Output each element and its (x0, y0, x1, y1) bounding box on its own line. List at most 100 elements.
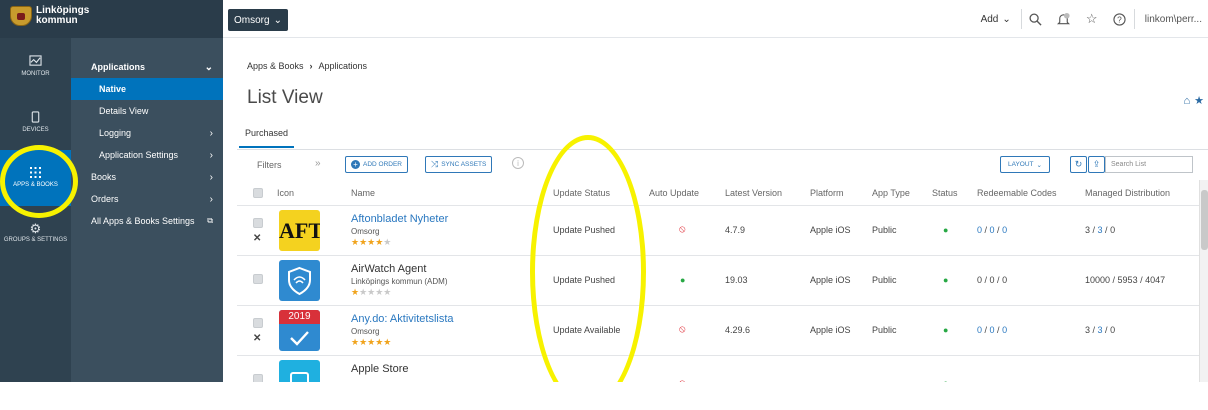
layout-dropdown-button[interactable]: LAYOUT ⌄ (1000, 156, 1050, 173)
nav-item-orders[interactable]: Orders › (71, 188, 223, 210)
nav-label-native: Native (99, 84, 127, 94)
search-icon[interactable] (1022, 0, 1050, 38)
column-latest-version[interactable]: Latest Version (725, 188, 782, 198)
rail-item-groups-settings[interactable]: ⚙ GROUPS & SETTINGS (0, 206, 71, 262)
rail-item-devices[interactable]: DEVICES (0, 94, 71, 150)
notifications-bell-icon[interactable] (1050, 0, 1078, 38)
refresh-icon[interactable]: ↻ (1070, 156, 1087, 173)
breadcrumb-apps-books[interactable]: Apps & Books (247, 61, 304, 71)
close-icon[interactable]: ✕ (253, 333, 261, 344)
plus-circle-icon: + (351, 160, 360, 169)
column-managed-distribution[interactable]: Managed Distribution (1085, 188, 1170, 198)
row-checkbox[interactable] (253, 318, 263, 328)
filters-toggle[interactable]: Filters (257, 160, 282, 170)
redeemable-codes[interactable]: 0 / 0 / 0 (977, 225, 1007, 235)
logo-line-2: kommun (36, 15, 78, 26)
app-publisher: Linköpings kommun (ADM) (351, 277, 448, 286)
sync-assets-button[interactable]: ⤨ SYNC ASSETS (425, 156, 493, 173)
home-icon[interactable]: ⌂ (1183, 95, 1194, 107)
export-icon[interactable]: ⇪ (1088, 156, 1105, 173)
app-name-link[interactable]: Any.do: Aktivitetslista (351, 313, 454, 325)
row-checkbox[interactable] (253, 274, 263, 284)
svg-text:?: ? (1117, 14, 1122, 24)
table-row[interactable]: ✕ AFT Aftonbladet Nyheter Omsorg ★★★★★ U… (237, 206, 1208, 256)
column-update-status[interactable]: Update Status (553, 188, 610, 198)
layout-label: LAYOUT (1008, 161, 1034, 168)
app-icon: AFT (279, 210, 320, 251)
app-name-link[interactable]: AirWatch Agent (351, 263, 426, 275)
rail-item-monitor[interactable]: MONITOR (0, 38, 71, 94)
column-platform[interactable]: Platform (810, 188, 844, 198)
add-menu[interactable]: Add ⌄ (971, 9, 1022, 29)
table-row[interactable]: AirWatch Agent Linköpings kommun (ADM) ★… (237, 256, 1208, 306)
nav-label-applications: Applications (91, 62, 146, 72)
column-app-type[interactable]: App Type (872, 188, 910, 198)
table-row[interactable]: Apple Store ⦸ ● (237, 356, 1208, 382)
breadcrumb-separator-icon: › (309, 61, 313, 71)
devices-icon (31, 110, 40, 123)
row-checkbox[interactable] (253, 374, 263, 382)
app-publisher: Omsorg (351, 227, 380, 236)
scrollbar-thumb[interactable] (1201, 190, 1208, 250)
app-name-link[interactable]: Aftonbladet Nyheter (351, 213, 448, 225)
apps-table: Icon Name Update Status Auto Update Late… (237, 180, 1208, 382)
column-auto-update[interactable]: Auto Update (649, 188, 699, 198)
managed-distribution: 10000 / 5953 / 4047 (1085, 275, 1166, 285)
check-circle-icon: ● (943, 225, 949, 235)
nav-item-books[interactable]: Books › (71, 166, 223, 188)
chevron-right-icon: › (209, 193, 213, 205)
external-link-icon: ⧉ (207, 216, 213, 225)
column-icon[interactable]: Icon (277, 188, 294, 198)
nav-label-application-settings: Application Settings (99, 150, 179, 160)
nav-label-books: Books (91, 172, 117, 182)
redeemable-codes: 0 / 0 / 0 (977, 275, 1008, 285)
latest-version: 19.03 (725, 275, 748, 285)
row-checkbox[interactable] (253, 218, 263, 228)
search-list-input[interactable]: Search List (1105, 156, 1193, 173)
platform: Apple iOS (810, 275, 851, 285)
info-icon[interactable]: i (512, 157, 524, 169)
managed-distribution[interactable]: 3 / 3 / 0 (1085, 325, 1115, 335)
nav-label-orders: Orders (91, 194, 119, 204)
rail-item-apps-books[interactable]: APPS & BOOKS (0, 150, 71, 206)
rail-label-groups-settings: GROUPS & SETTINGS (3, 236, 68, 243)
add-order-button[interactable]: + ADD ORDER (345, 156, 409, 173)
column-status[interactable]: Status (932, 188, 958, 198)
nav-item-application-settings[interactable]: Application Settings › (71, 144, 223, 166)
column-redeemable-codes[interactable]: Redeemable Codes (977, 188, 1057, 198)
managed-distribution[interactable]: 3 / 3 / 0 (1085, 225, 1115, 235)
help-icon[interactable]: ? (1106, 0, 1134, 38)
table-row[interactable]: ✕ 2019 Any.do: Aktivitetslista Omsorg ★★… (237, 306, 1208, 356)
nav-item-native[interactable]: Native (71, 78, 223, 100)
app-name-link[interactable]: Apple Store (351, 363, 408, 375)
star-icon[interactable]: ☆ (1078, 0, 1106, 38)
apps-grid-icon (30, 167, 41, 178)
screen: Linköpings kommun Omsorg ⌄ Add ⌄ ☆ ? lin… (0, 0, 1208, 382)
nav-item-applications[interactable]: Applications ⌄ (71, 56, 223, 78)
chevron-right-icon: › (209, 171, 213, 183)
disabled-icon: ⦸ (679, 324, 686, 335)
table-scrollbar[interactable] (1199, 180, 1208, 382)
nav-item-all-settings[interactable]: All Apps & Books Settings ⧉ (71, 210, 223, 232)
tab-purchased[interactable]: Purchased (239, 128, 295, 148)
user-menu[interactable]: linkom\perr... (1133, 9, 1208, 29)
table-header: Icon Name Update Status Auto Update Late… (237, 180, 1208, 206)
app-type: Public (872, 275, 897, 285)
breadcrumb: Apps & Books › Applications (247, 61, 367, 71)
logo[interactable]: Linköpings kommun (0, 0, 223, 38)
redeemable-codes[interactable]: 0 / 0 / 0 (977, 325, 1007, 335)
breadcrumb-applications: Applications (318, 61, 368, 71)
sync-assets-label: SYNC ASSETS (441, 161, 487, 168)
nav-item-logging[interactable]: Logging › (71, 122, 223, 144)
column-name[interactable]: Name (351, 188, 375, 198)
favorite-star-icon[interactable]: ★ (1194, 95, 1208, 107)
select-all-checkbox[interactable] (253, 188, 263, 198)
org-group-dropdown[interactable]: Omsorg ⌄ (228, 9, 288, 31)
nav-item-details-view[interactable]: Details View (71, 100, 223, 122)
rail-label-monitor: MONITOR (21, 70, 50, 77)
check-circle-icon: ● (943, 378, 948, 382)
double-chevron-right-icon[interactable]: » (315, 158, 321, 169)
close-icon[interactable]: ✕ (253, 233, 261, 244)
nav-label-details-view: Details View (99, 106, 149, 116)
shield-icon (279, 260, 320, 301)
